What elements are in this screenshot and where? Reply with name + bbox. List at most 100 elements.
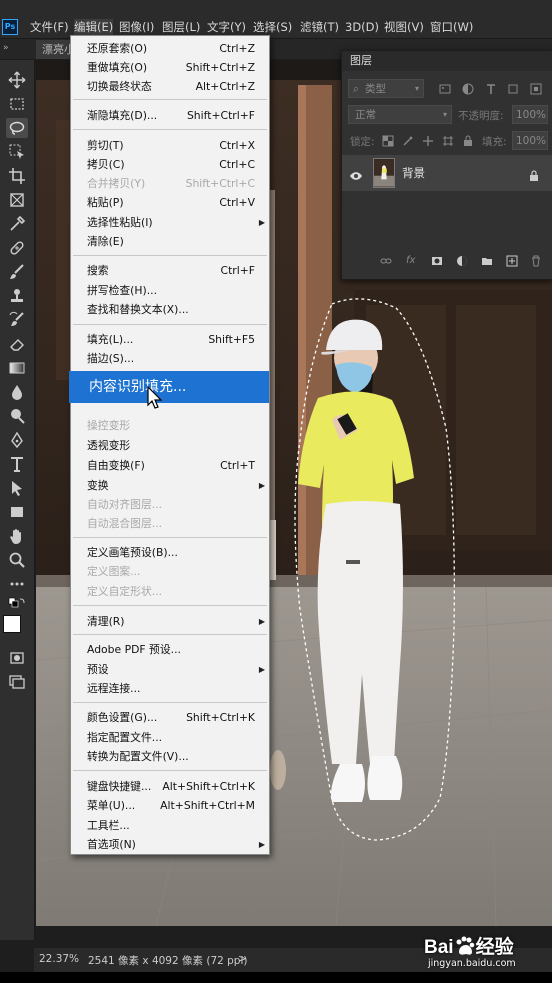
dodge-tool-icon[interactable]: [6, 406, 28, 426]
menu-item-define-brush-preset[interactable]: 定义画笔预设(B)...: [71, 543, 269, 562]
watermark-brand: Bai: [424, 937, 454, 958]
menu-item-perspective-warp[interactable]: 透视变形: [71, 436, 269, 455]
marquee-tool-icon[interactable]: [6, 94, 28, 114]
zoom-tool-icon[interactable]: [6, 550, 28, 570]
layer-filter-select[interactable]: ⌕ 类型 ▾: [348, 79, 424, 98]
menu-separator: [73, 537, 267, 538]
menu-edit[interactable]: 编辑(E): [74, 19, 114, 35]
menu-item-remote-connections[interactable]: 远程连接...: [71, 679, 269, 698]
menu-window[interactable]: 窗口(W): [430, 19, 473, 35]
lock-position-icon[interactable]: [422, 135, 434, 147]
foreground-color-swatch[interactable]: [3, 615, 21, 633]
filter-adjustment-icon[interactable]: [462, 83, 474, 95]
add-mask-icon[interactable]: [431, 255, 443, 267]
menu-type[interactable]: 文字(Y): [207, 19, 246, 35]
blend-mode-select[interactable]: 正常 ▾: [348, 105, 452, 124]
menu-image[interactable]: 图像(I): [119, 19, 154, 35]
object-selection-tool-icon[interactable]: [6, 142, 28, 162]
new-group-folder-icon[interactable]: [481, 255, 493, 267]
menu-item-assign-profile[interactable]: 指定配置文件...: [71, 728, 269, 747]
menu-item-menus[interactable]: 菜单(U)... Alt+Shift+Ctrl+M: [71, 796, 269, 815]
default-colors-icon[interactable]: [6, 596, 28, 616]
eyedropper-tool-icon[interactable]: [6, 214, 28, 234]
layer-style-fx-icon[interactable]: fx: [406, 255, 418, 267]
blur-tool-icon[interactable]: [6, 382, 28, 402]
eye-visibility-icon[interactable]: [350, 167, 362, 180]
menu-item-clear[interactable]: 清除(E): [71, 232, 269, 251]
layer-row-background[interactable]: 背景: [342, 155, 552, 191]
crop-tool-icon[interactable]: [6, 166, 28, 186]
path-selection-tool-icon[interactable]: [6, 478, 28, 498]
menu-item-fill[interactable]: 填充(L)... Shift+F5: [71, 330, 269, 349]
lock-image-icon[interactable]: [402, 135, 414, 147]
menu-item-preferences[interactable]: 首选项(N) ▶: [71, 835, 269, 854]
menu-item-cut[interactable]: 剪切(T) Ctrl+X: [71, 136, 269, 155]
menu-item-fade-fill[interactable]: 渐隐填充(D)... Shift+Ctrl+F: [71, 106, 269, 125]
lasso-tool-icon[interactable]: [6, 118, 28, 138]
menu-item-purge[interactable]: 清理(R) ▶: [71, 612, 269, 631]
document-dimensions: 2541 像素 x 4092 像素 (72 ppi): [88, 955, 248, 967]
menu-item-search[interactable]: 搜索 Ctrl+F: [71, 261, 269, 280]
clone-stamp-tool-icon[interactable]: [6, 286, 28, 306]
menu-item-transform[interactable]: 变换 ▶: [71, 476, 269, 495]
eraser-tool-icon[interactable]: [6, 334, 28, 354]
menu-item-keyboard-shortcuts[interactable]: 键盘快捷键... Alt+Shift+Ctrl+K: [71, 777, 269, 796]
menu-filter[interactable]: 滤镜(T): [300, 19, 339, 35]
new-layer-icon[interactable]: [506, 255, 518, 267]
screen-mode-icon[interactable]: [6, 672, 28, 692]
tools-panel: [0, 60, 35, 940]
filter-smart-object-icon[interactable]: [530, 83, 542, 95]
link-layers-icon[interactable]: [380, 255, 392, 267]
hand-tool-icon[interactable]: [6, 526, 28, 546]
type-tool-icon[interactable]: [6, 454, 28, 474]
layer-name[interactable]: 背景: [402, 165, 425, 181]
lock-transparent-icon[interactable]: [382, 135, 394, 147]
fill-input[interactable]: 100%: [512, 131, 548, 150]
menu-item-content-aware-fill[interactable]: 内容识别填充...: [69, 371, 269, 403]
menu-item-free-transform[interactable]: 自由变换(F) Ctrl+T: [71, 456, 269, 475]
menu-separator: [73, 702, 267, 703]
menu-item-convert-to-profile[interactable]: 转换为配置文件(V)...: [71, 747, 269, 766]
more-tools-icon[interactable]: [6, 574, 28, 594]
opacity-input[interactable]: 100%: [512, 105, 548, 124]
menu-file[interactable]: 文件(F): [30, 19, 69, 35]
gradient-tool-icon[interactable]: [6, 358, 28, 378]
move-tool-icon[interactable]: [6, 70, 28, 90]
submenu-arrow-icon: ▶: [258, 665, 265, 674]
menu-item-stroke[interactable]: 描边(S)...: [71, 349, 269, 368]
filter-pixel-icon[interactable]: [439, 83, 451, 95]
collapse-panels-icon[interactable]: »: [3, 43, 9, 53]
filter-type-icon[interactable]: [485, 83, 497, 95]
menu-item-color-settings[interactable]: 颜色设置(G)... Shift+Ctrl+K: [71, 708, 269, 727]
menu-item-presets[interactable]: 预设 ▶: [71, 660, 269, 679]
menu-item-redo-fill[interactable]: 重做填充(O) Shift+Ctrl+Z: [71, 58, 269, 77]
quick-mask-icon[interactable]: [6, 648, 28, 668]
frame-tool-icon[interactable]: [6, 190, 28, 210]
menu-3d[interactable]: 3D(D): [345, 19, 379, 35]
menu-layer[interactable]: 图层(L): [162, 19, 200, 35]
menu-item-check-spelling[interactable]: 拼写检查(H)...: [71, 281, 269, 300]
brush-tool-icon[interactable]: [6, 262, 28, 282]
adjustment-layer-icon[interactable]: [456, 255, 468, 267]
pen-tool-icon[interactable]: [6, 430, 28, 450]
lock-all-icon[interactable]: [462, 135, 474, 147]
status-menu-arrow[interactable]: >: [238, 953, 247, 965]
menu-item-copy[interactable]: 拷贝(C) Ctrl+C: [71, 155, 269, 174]
menu-item-puppet-warp: 操控变形: [87, 419, 131, 432]
history-brush-tool-icon[interactable]: [6, 310, 28, 330]
rectangle-tool-icon[interactable]: [6, 502, 28, 522]
menu-item-paste[interactable]: 粘贴(P) Ctrl+V: [71, 193, 269, 212]
menu-item-adobe-pdf-presets[interactable]: Adobe PDF 预设...: [71, 640, 269, 659]
menu-view[interactable]: 视图(V): [384, 19, 424, 35]
zoom-level[interactable]: 22.37%: [39, 953, 79, 965]
menu-select[interactable]: 选择(S): [253, 19, 292, 35]
menu-item-paste-special[interactable]: 选择性粘贴(I) ▶: [71, 213, 269, 232]
delete-layer-trash-icon[interactable]: [530, 255, 542, 267]
lock-artboard-icon[interactable]: [442, 135, 454, 147]
menu-item-toolbar[interactable]: 工具栏...: [71, 816, 269, 835]
menu-item-find-replace[interactable]: 查找和替换文本(X)...: [71, 300, 269, 319]
filter-shape-icon[interactable]: [507, 83, 519, 95]
menu-item-undo-lasso[interactable]: 还原套索(O) Ctrl+Z: [71, 39, 269, 58]
healing-brush-tool-icon[interactable]: [6, 238, 28, 258]
menu-item-toggle-last-state[interactable]: 切换最终状态 Alt+Ctrl+Z: [71, 77, 269, 96]
